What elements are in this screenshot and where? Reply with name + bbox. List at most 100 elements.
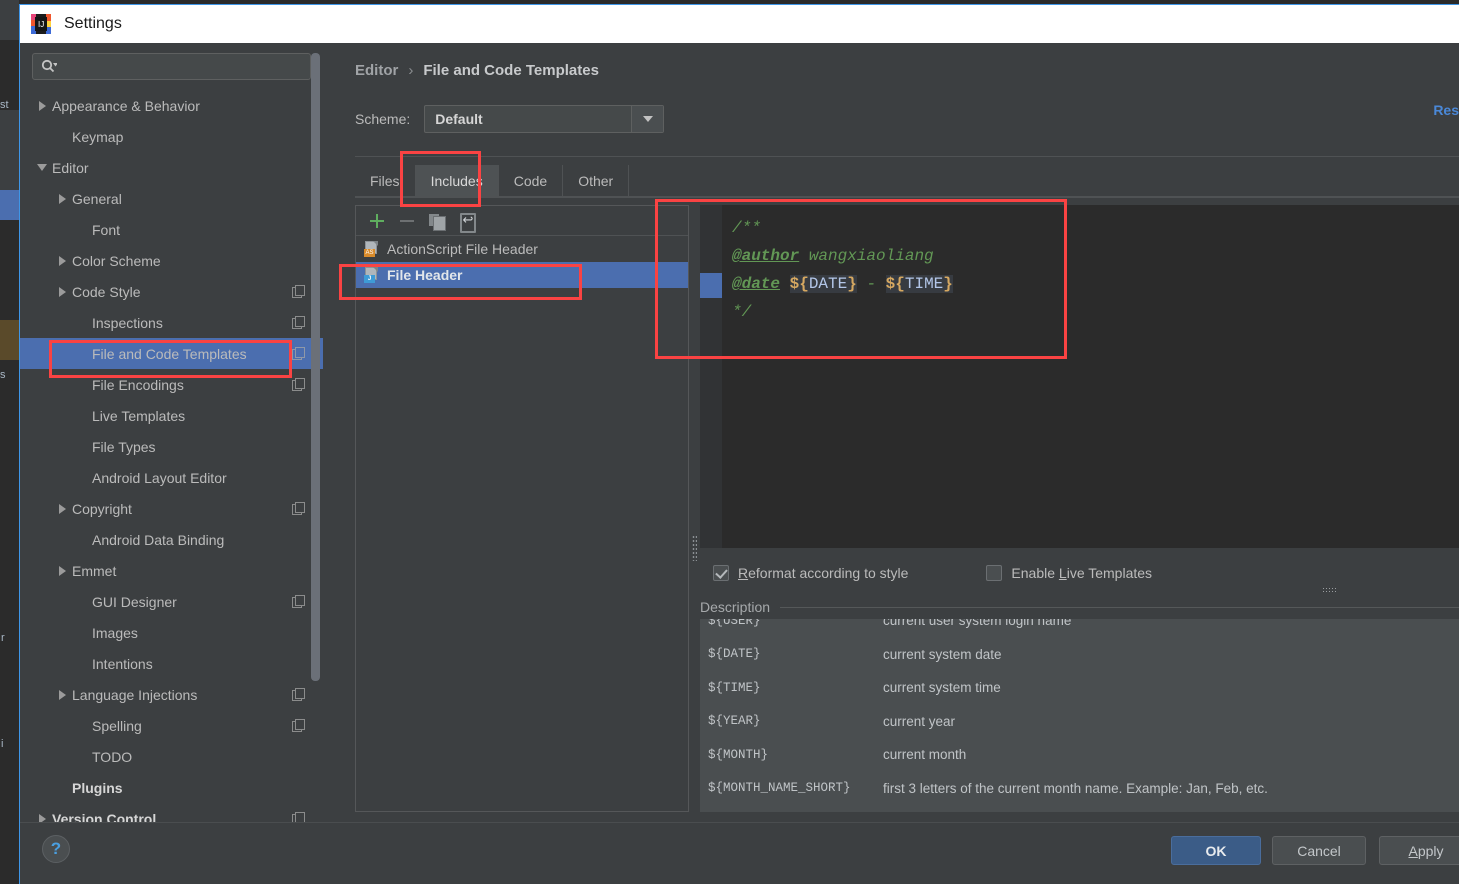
sidebar-item-keymap[interactable]: Keymap bbox=[20, 121, 323, 152]
list-item[interactable]: AS ActionScript File Header bbox=[356, 236, 688, 262]
backdrop-band-3 bbox=[0, 110, 19, 190]
sidebar-item-file-types[interactable]: File Types bbox=[20, 431, 323, 462]
cancel-button[interactable]: Cancel bbox=[1272, 836, 1366, 865]
sidebar-item-emmet[interactable]: Emmet bbox=[20, 555, 323, 586]
backdrop-band-6 bbox=[0, 320, 19, 360]
sidebar-item-label: Keymap bbox=[72, 128, 124, 145]
chevron-right-icon[interactable] bbox=[52, 565, 72, 576]
variable-name-cell: ${MONTH_NAME_SHORT} bbox=[708, 781, 851, 796]
code-token: DATE bbox=[808, 275, 848, 293]
apply-mnemonic: A bbox=[1408, 842, 1418, 859]
copy-settings-icon bbox=[292, 595, 305, 608]
variable-name-cell: ${MONTH} bbox=[708, 747, 769, 762]
live-templates-checkbox[interactable]: Enable Live Templates bbox=[986, 565, 1339, 593]
sidebar-item-android-data-binding[interactable]: Android Data Binding bbox=[20, 524, 323, 555]
sidebar-item-font[interactable]: Font bbox=[20, 214, 323, 245]
add-icon[interactable] bbox=[364, 209, 390, 233]
search-input[interactable] bbox=[57, 59, 310, 74]
sidebar-item-general[interactable]: General bbox=[20, 183, 323, 214]
sidebar-item-file-and-code-templates[interactable]: File and Code Templates bbox=[20, 338, 323, 369]
sidebar-item-label: Editor bbox=[52, 159, 89, 176]
java-file-icon: J bbox=[364, 267, 379, 283]
reset-link[interactable]: Res bbox=[1433, 102, 1459, 118]
sidebar-item-copyright[interactable]: Copyright bbox=[20, 493, 323, 524]
tab-includes[interactable]: Includes bbox=[415, 165, 499, 196]
tab-other[interactable]: Other bbox=[563, 165, 630, 196]
template-code-text[interactable]: /** @author wangxiaoliang @date ${DATE} - … bbox=[722, 205, 1459, 548]
duplicate-icon[interactable] bbox=[424, 209, 450, 233]
template-code-editor[interactable]: /** @author wangxiaoliang @date ${DATE} - … bbox=[700, 205, 1459, 548]
breadcrumb: Editor › File and Code Templates bbox=[355, 62, 599, 79]
settings-sidebar: Appearance & Behavior Keymap Editor General… bbox=[20, 43, 323, 827]
live-templates-mnemonic: L bbox=[1058, 565, 1067, 581]
template-tabs[interactable]: Files Includes Code Other bbox=[355, 163, 1459, 196]
sidebar-item-android-layout-editor[interactable]: Android Layout Editor bbox=[20, 462, 323, 493]
template-list-toolbar bbox=[356, 206, 688, 236]
checkbox-box-reformat[interactable] bbox=[713, 565, 729, 581]
description-table: ${USER} current user system login name ${D… bbox=[700, 619, 1459, 805]
sidebar-item-gui-designer[interactable]: GUI Designer bbox=[20, 586, 323, 617]
sidebar-item-intentions[interactable]: Intentions bbox=[20, 648, 323, 679]
code-token: - bbox=[856, 275, 886, 293]
sidebar-item-language-injections[interactable]: Language Injections bbox=[20, 679, 323, 710]
chevron-right-icon[interactable] bbox=[52, 193, 72, 204]
sidebar-item-label: Copyright bbox=[72, 500, 132, 517]
code-token: wangxiaoliang bbox=[799, 247, 934, 265]
sidebar-item-plugins[interactable]: Plugins bbox=[20, 772, 323, 803]
chevron-right-icon[interactable] bbox=[52, 503, 72, 514]
dialog-titlebar: IJ Settings bbox=[20, 5, 1459, 43]
chevron-right-icon[interactable] bbox=[52, 689, 72, 700]
sidebar-item-live-templates[interactable]: Live Templates bbox=[20, 400, 323, 431]
description-rule bbox=[780, 606, 1459, 608]
sidebar-item-editor[interactable]: Editor bbox=[20, 152, 323, 183]
sidebar-item-file-encodings[interactable]: File Encodings bbox=[20, 369, 323, 400]
code-token: @author bbox=[732, 247, 800, 265]
scheme-select[interactable]: Default bbox=[424, 105, 665, 133]
chevron-right-icon[interactable] bbox=[32, 100, 52, 111]
sidebar-item-inspections[interactable]: Inspections bbox=[20, 307, 323, 338]
template-list[interactable]: AS ActionScript File Header J File Header bbox=[356, 236, 688, 288]
breadcrumb-parent[interactable]: Editor bbox=[355, 62, 398, 79]
sidebar-item-todo[interactable]: TODO bbox=[20, 741, 323, 772]
editor-gutter bbox=[700, 205, 722, 548]
sidebar-scrollbar[interactable] bbox=[311, 53, 320, 681]
ok-button[interactable]: OK bbox=[1171, 836, 1261, 865]
reformat-checkbox[interactable]: Reformat according to style bbox=[713, 565, 908, 581]
sidebar-item-color-scheme[interactable]: Color Scheme bbox=[20, 245, 323, 276]
variable-name-cell: ${DATE} bbox=[708, 647, 761, 662]
table-row: ${TIME} current system time bbox=[700, 671, 1459, 705]
sidebar-item-appearance-behavior[interactable]: Appearance & Behavior bbox=[20, 90, 323, 121]
sidebar-item-spelling[interactable]: Spelling bbox=[20, 710, 323, 741]
chevron-down-icon[interactable] bbox=[32, 164, 52, 171]
copy-settings-icon bbox=[292, 285, 305, 298]
search-field[interactable] bbox=[32, 53, 311, 80]
description-panel[interactable]: ${USER} current user system login name ${D… bbox=[700, 619, 1459, 812]
checkbox-box-live-templates[interactable] bbox=[986, 565, 1003, 581]
sidebar-item-code-style[interactable]: Code Style bbox=[20, 276, 323, 307]
variable-name-cell: ${TIME} bbox=[708, 680, 761, 695]
list-item[interactable]: J File Header bbox=[356, 262, 688, 288]
chevron-right-icon[interactable] bbox=[52, 255, 72, 266]
panel-splitter[interactable] bbox=[691, 205, 699, 812]
chevron-right-icon[interactable] bbox=[52, 286, 72, 297]
tab-code[interactable]: Code bbox=[499, 165, 564, 196]
code-token: /** bbox=[732, 219, 761, 237]
description-header: Description bbox=[700, 597, 1459, 617]
backdrop-band-4 bbox=[0, 190, 19, 220]
settings-tree[interactable]: Appearance & Behavior Keymap Editor General… bbox=[20, 90, 323, 827]
apply-button[interactable]: Apply bbox=[1379, 836, 1459, 865]
help-button[interactable]: ? bbox=[42, 835, 70, 863]
reset-template-icon[interactable] bbox=[454, 209, 480, 233]
search-container bbox=[20, 43, 323, 88]
remove-icon[interactable] bbox=[394, 209, 420, 233]
sidebar-item-label: Android Layout Editor bbox=[92, 469, 227, 486]
backdrop-text-fragment: s bbox=[0, 369, 6, 381]
tab-files[interactable]: Files bbox=[355, 165, 416, 196]
sidebar-item-images[interactable]: Images bbox=[20, 617, 323, 648]
modified-line-marker bbox=[700, 273, 722, 298]
table-row: ${USER} current user system login name bbox=[700, 619, 1459, 638]
copy-settings-icon bbox=[292, 378, 305, 391]
backdrop-band-5 bbox=[0, 220, 19, 320]
chevron-down-icon[interactable] bbox=[631, 106, 664, 132]
